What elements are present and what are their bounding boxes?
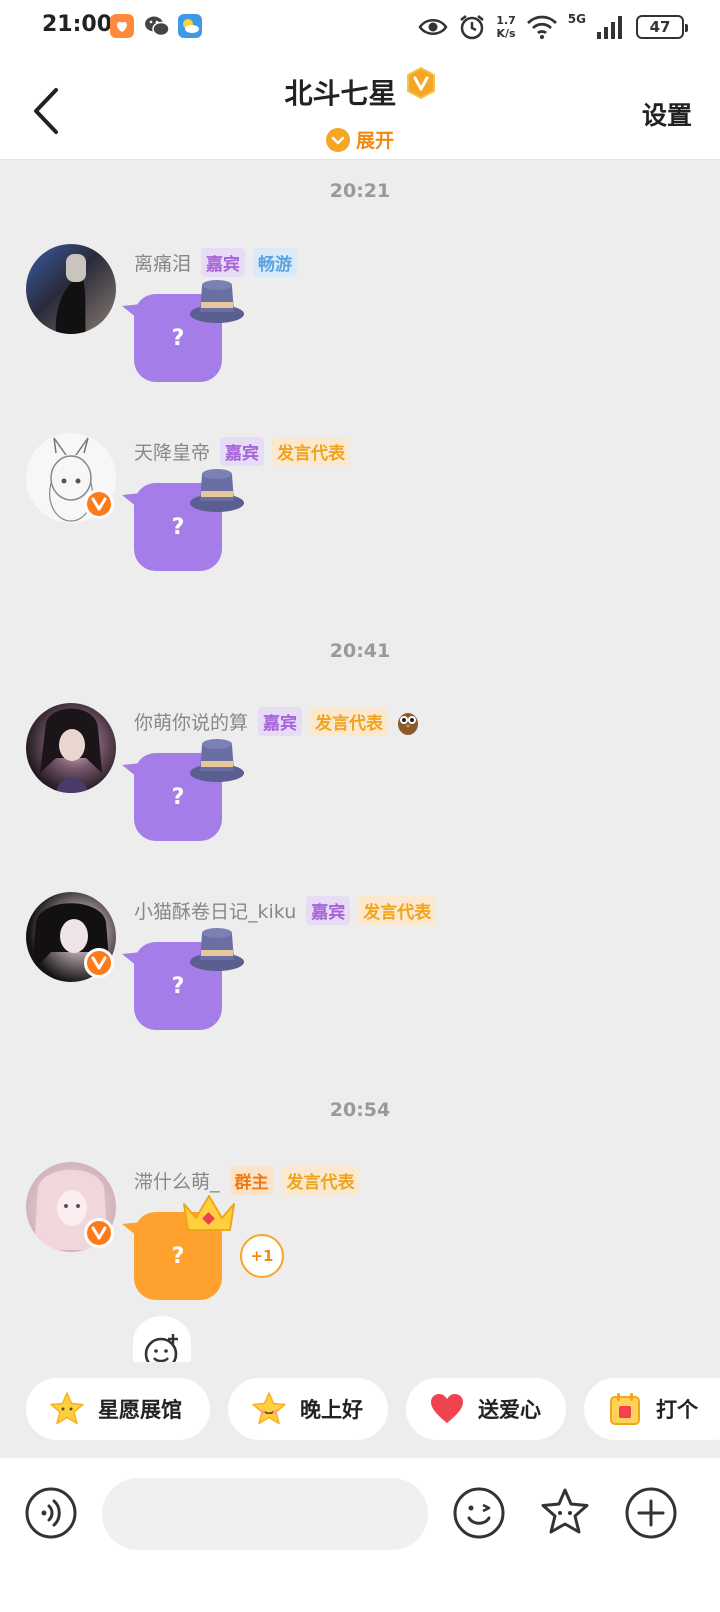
calendar-icon [610,1393,640,1425]
timestamp: 20:41 [329,640,391,662]
quick-reply-bar: 星愿展馆 晚上好 送爱心 打个 [0,1362,720,1458]
tag-speaker: 发言代表 [358,896,437,925]
weibo-app-icon [110,14,134,38]
message-input[interactable] [102,1478,428,1550]
status-time: 21:00 [42,12,113,37]
chat-header: 北斗七星 展开 设置 [0,56,720,160]
quick-reply-label: 打个 [656,1398,698,1422]
top-hat-icon [190,280,244,323]
quick-reply-chip[interactable]: 星愿展馆 [26,1378,210,1440]
tag-guest: 嘉宾 [258,707,303,736]
sticker-button[interactable] [538,1486,592,1540]
timestamp: 20:21 [329,180,391,202]
chat-title: 北斗七星 [284,77,397,110]
crown-icon [183,1195,235,1231]
net-speed: 1.7 K/s [496,14,516,40]
expand-label: 展开 [355,130,394,152]
expand-toggle[interactable]: 展开 [0,126,720,154]
add-more-button[interactable] [624,1486,678,1540]
avatar[interactable] [26,244,116,334]
tag-guest: 嘉宾 [306,896,351,925]
tag-speaker: 发言代表 [272,437,351,466]
add-reaction-button[interactable] [133,1316,191,1368]
chevron-down-icon [325,127,350,152]
username: 小猫酥卷日记_kiku [134,901,297,923]
plus-one-button[interactable]: +1 [240,1234,284,1278]
timestamp: 20:54 [329,1099,391,1121]
owl-icon [398,712,419,735]
star-icon [50,1392,84,1425]
tag-speaker: 发言代表 [310,707,389,736]
wechat-icon [144,14,170,38]
tag-guest: 嘉宾 [201,248,246,277]
quick-reply-chip[interactable]: 打个 [584,1378,720,1440]
tag-speaker: 发言代表 [281,1166,360,1195]
chat-message: 小猫酥卷日记_kiku 嘉宾 发言代表 ? [26,892,706,1042]
tag-guest: 嘉宾 [220,437,265,466]
avatar[interactable] [26,703,116,793]
emoji-icon [453,1487,505,1539]
verified-v-icon [406,67,435,99]
status-bar: 21:00 1.7 K/s 5G 47 [0,0,720,56]
chat-message: 离痛泪 嘉宾 畅游 ? [26,244,706,394]
battery-indicator: 47 [636,15,688,39]
weather-icon [178,14,202,38]
plus-circle-icon [625,1487,677,1539]
wifi-icon [526,15,557,39]
input-bar [0,1458,720,1612]
heart-icon [431,1394,463,1423]
signal-icon [597,16,622,39]
quick-reply-label: 星愿展馆 [98,1398,182,1422]
verified-v-icon [84,1218,114,1248]
emoji-add-icon [144,1334,178,1368]
quick-reply-label: 晚上好 [300,1398,363,1422]
top-hat-icon [190,469,244,512]
star-outline-icon [541,1488,589,1534]
verified-v-icon [84,489,114,519]
network-type: 5G [567,12,586,26]
chat-message: 你萌你说的算 嘉宾 发言代表 ? [26,703,706,853]
chat-message: 天降皇帝 嘉宾 发言代表 ? [26,433,706,583]
star-smile-icon [252,1392,286,1425]
alarm-icon [460,15,485,40]
quick-reply-label: 送爱心 [478,1398,541,1422]
username: 离痛泪 [134,253,192,275]
top-hat-icon [190,739,244,782]
voice-button[interactable] [24,1486,78,1540]
chat-message: 滞什么萌_ 群主 发言代表 ? +1 [26,1162,706,1312]
username: 你萌你说的算 [134,712,249,734]
verified-v-icon [84,948,114,978]
tag-tour: 畅游 [253,248,298,277]
emoji-button[interactable] [452,1486,506,1540]
quick-reply-chip[interactable]: 送爱心 [406,1378,566,1440]
username: 天降皇帝 [134,442,211,464]
top-hat-icon [190,928,244,971]
settings-button[interactable]: 设置 [642,96,692,132]
voice-icon [25,1487,77,1539]
quick-reply-chip[interactable]: 晚上好 [228,1378,388,1440]
eye-icon [418,19,448,35]
